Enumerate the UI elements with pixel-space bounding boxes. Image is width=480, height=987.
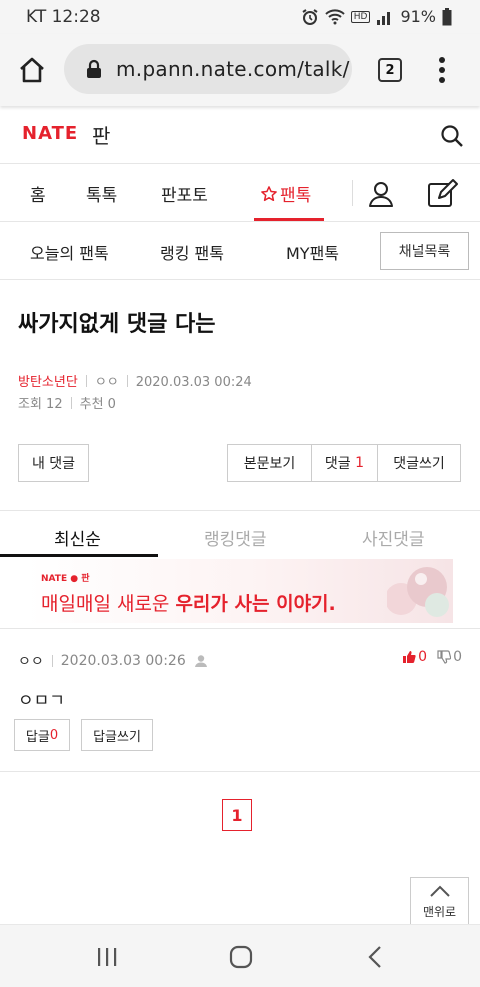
wifi-icon [325, 8, 345, 24]
sub-tab-today-fantalk[interactable]: 오늘의 팬톡 [30, 240, 109, 264]
status-icons: HD 91% [301, 7, 452, 26]
address-bar[interactable]: m.pann.nate.com/talk/ [64, 44, 352, 94]
comment-tab-indicator [0, 554, 158, 557]
star-icon [261, 185, 277, 201]
signal-icon [377, 11, 391, 25]
channel-list-button[interactable]: 채널목록 [380, 232, 469, 270]
tab-photo-comments[interactable]: 사진댓글 [362, 525, 425, 550]
thumbs-up-icon [403, 651, 416, 663]
comment-datetime: 2020.03.03 00:26 [60, 653, 186, 669]
user-icon[interactable] [367, 180, 395, 208]
my-comments-button[interactable]: 내 댓글 [18, 444, 89, 482]
lock-icon [87, 59, 101, 78]
ad-logo: NATE ● 판 [41, 574, 90, 584]
post-recommends: 추천 0 [79, 397, 116, 412]
active-tab-indicator [254, 218, 324, 221]
site-header: NATE 판 [0, 106, 480, 164]
post-author: ㅇㅇ [94, 375, 119, 390]
comments-count: 1 [355, 455, 365, 471]
comment-sort-tabs: 최신순 랭킹댓글 사진댓글 [0, 510, 480, 558]
post-stats: 조회 12 추천 0 [18, 393, 116, 412]
main-nav: 홈 톡톡 판포토 팬톡 [0, 164, 480, 222]
ad-text-plain: 매일매일 새로운 [41, 593, 170, 615]
home-icon[interactable] [18, 56, 46, 84]
home-button-icon[interactable] [229, 945, 253, 969]
divider [0, 771, 480, 772]
write-icon[interactable] [427, 178, 459, 210]
search-icon[interactable] [440, 124, 464, 148]
tab-latest[interactable]: 최신순 [54, 525, 101, 550]
thumbs-up-button[interactable]: 0 [402, 649, 427, 665]
sub-nav: 오늘의 팬톡 랭킹 팬톡 MY팬톡 채널목록 [0, 222, 480, 280]
comments-label: 댓글 [324, 456, 351, 472]
back-icon[interactable] [367, 945, 383, 969]
post-datetime: 2020.03.03 00:24 [135, 375, 252, 390]
write-comment-button[interactable]: 댓글쓰기 [377, 444, 461, 482]
comment-votes: 0 0 [402, 649, 462, 665]
post-category[interactable]: 방탄소년단 [18, 375, 78, 390]
divider [0, 628, 480, 629]
comment-author: ㅇㅇ [18, 654, 44, 670]
nav-divider [352, 180, 353, 206]
sub-tab-ranking-fantalk[interactable]: 랭킹 팬톡 [160, 240, 224, 264]
chevron-up-icon [430, 885, 450, 897]
reply-button[interactable]: 답글 0 [14, 719, 70, 751]
pearls-decoration-icon [387, 567, 449, 617]
comments-button[interactable]: 댓글 1 [311, 444, 377, 482]
battery-percent: 91% [400, 7, 436, 26]
tab-toktok[interactable]: 톡톡 [86, 181, 117, 206]
tab-fantalk-label: 팬톡 [280, 186, 312, 206]
post-meta: 방탄소년단 ㅇㅇ 2020.03.03 00:24 [18, 371, 252, 390]
reply-label: 답글 [25, 729, 50, 745]
user-silhouette-icon [194, 655, 207, 667]
thumbs-down-icon [437, 650, 452, 664]
ad-banner[interactable]: NATE ● 판 매일매일 새로운 우리가 사는 이야기. [27, 559, 453, 623]
tab-switcher-button[interactable]: 2 [378, 58, 402, 82]
scroll-to-top-label: 맨위로 [422, 905, 457, 919]
scroll-to-top-button[interactable]: 맨위로 [410, 877, 469, 925]
nate-logo[interactable]: NATE [22, 123, 78, 144]
post-action-group: 본문보기 댓글 1 댓글쓰기 [227, 444, 461, 482]
ad-text: 매일매일 새로운 우리가 사는 이야기. [41, 589, 336, 616]
recent-apps-icon[interactable] [96, 947, 118, 967]
tab-fantalk[interactable]: 팬톡 [260, 181, 311, 206]
pann-logo-text[interactable]: 판 [92, 120, 110, 149]
write-reply-button[interactable]: 답글쓰기 [81, 719, 153, 751]
tab-ranking-comments[interactable]: 랭킹댓글 [204, 525, 267, 550]
post-views: 조회 12 [18, 397, 63, 412]
hd-badge: HD [350, 10, 371, 23]
browser-toolbar: m.pann.nate.com/talk/ 2 [0, 34, 480, 106]
thumbs-down-button[interactable]: 0 [437, 649, 462, 665]
ad-text-bold: 우리가 사는 이야기. [175, 593, 336, 615]
more-menu-icon[interactable] [438, 56, 446, 84]
page-number-current[interactable]: 1 [222, 799, 252, 831]
alarm-icon [302, 8, 318, 25]
android-nav-bar [0, 924, 480, 987]
view-body-button[interactable]: 본문보기 [227, 444, 311, 482]
sub-tab-my-fantalk[interactable]: MY팬톡 [286, 240, 339, 264]
comment-meta: ㅇㅇ 2020.03.03 00:26 [18, 651, 208, 671]
reply-count: 0 [49, 727, 59, 743]
tab-home[interactable]: 홈 [30, 181, 46, 206]
url-text: m.pann.nate.com/talk/ [116, 57, 350, 81]
battery-icon [442, 7, 452, 25]
post-title: 싸가지없게 댓글 다는 [18, 312, 216, 337]
thumbs-up-count: 0 [418, 649, 428, 665]
carrier-time: KT 12:28 [26, 7, 101, 27]
tab-pann-photo[interactable]: 판포토 [161, 181, 208, 206]
comment-body: ㅇㅁㄱ [18, 691, 65, 711]
status-bar: KT 12:28 HD 91% [0, 0, 480, 34]
thumbs-down-count: 0 [453, 649, 462, 665]
